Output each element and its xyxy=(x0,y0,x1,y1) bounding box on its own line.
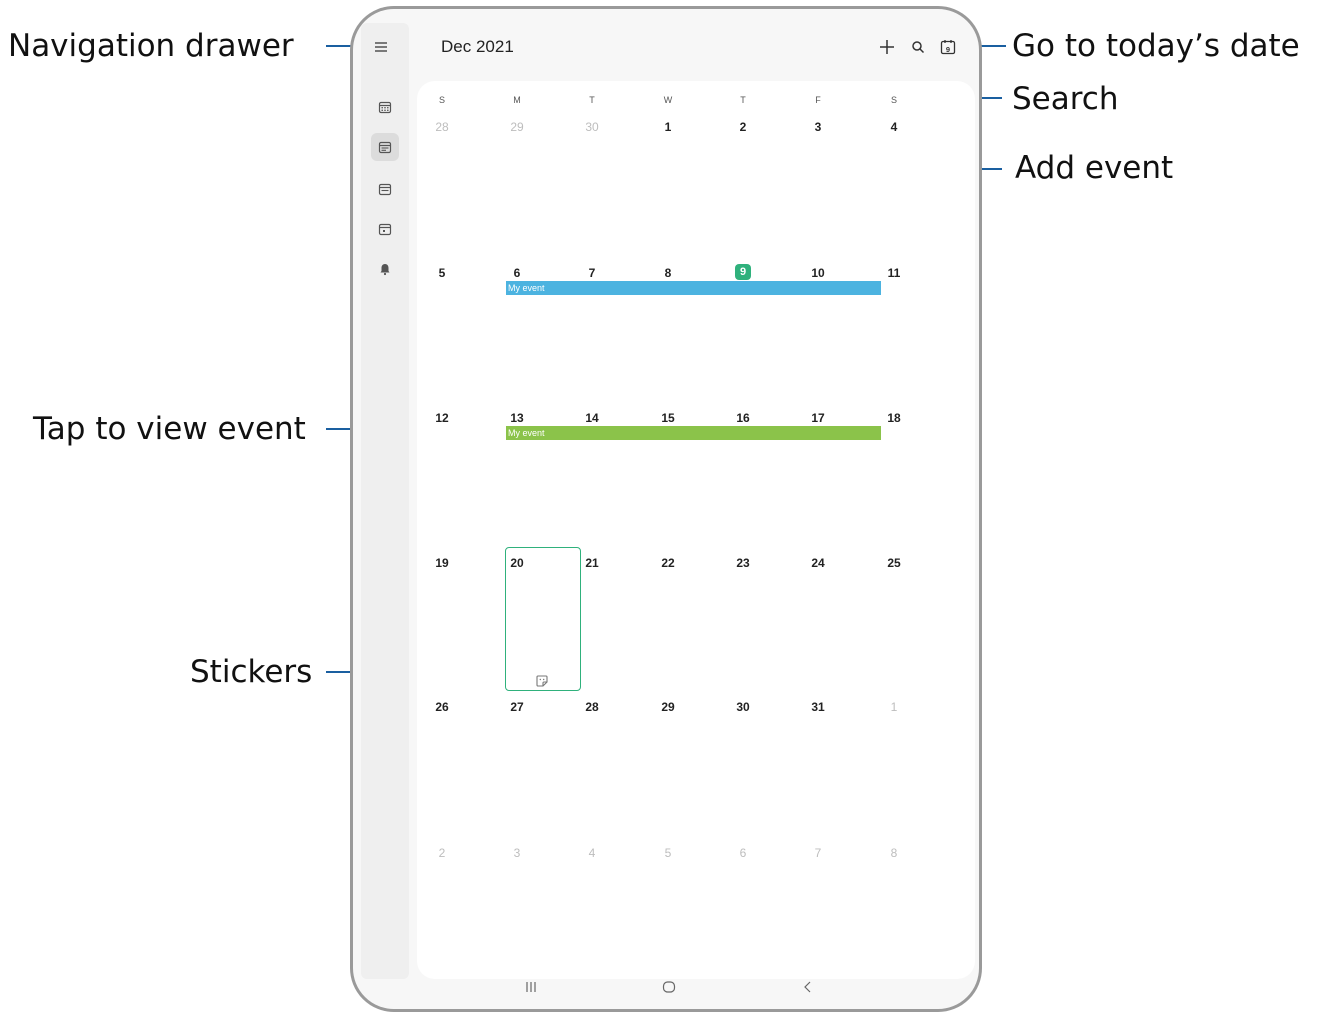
year-view-icon[interactable] xyxy=(371,93,399,121)
day-number[interactable]: 25 xyxy=(887,556,900,570)
side-rail xyxy=(361,23,409,979)
svg-text:9: 9 xyxy=(946,45,950,54)
callout-navigation-drawer: Navigation drawer xyxy=(8,28,294,64)
day-number[interactable]: 23 xyxy=(736,556,749,570)
day-number[interactable]: 3 xyxy=(514,846,521,860)
day-number[interactable]: 5 xyxy=(439,266,446,280)
day-number[interactable]: 31 xyxy=(811,700,824,714)
weekday-header: W xyxy=(663,95,673,105)
day-number[interactable]: 21 xyxy=(585,556,598,570)
weekday-header: T xyxy=(740,95,746,105)
day-number[interactable]: 22 xyxy=(661,556,674,570)
day-number[interactable]: 30 xyxy=(736,700,749,714)
day-number[interactable]: 27 xyxy=(510,700,523,714)
go-to-today-icon[interactable]: 9 xyxy=(936,35,960,59)
day-number[interactable]: 10 xyxy=(811,266,824,280)
month-year-title[interactable]: Dec 2021 xyxy=(441,37,514,57)
tablet-frame: Dec 2021 9 S M T W T F S 28 29 30 1 2 3 4 5 6 7 8 9 10 11 12 1… xyxy=(350,6,982,1012)
add-event-icon[interactable] xyxy=(875,35,899,59)
day-number[interactable]: 1 xyxy=(891,700,898,714)
day-number[interactable]: 13 xyxy=(510,411,523,425)
day-number[interactable]: 15 xyxy=(661,411,674,425)
day-number[interactable]: 29 xyxy=(510,120,523,134)
day-number[interactable]: 8 xyxy=(665,266,672,280)
day-number[interactable]: 11 xyxy=(888,266,901,280)
day-number[interactable]: 28 xyxy=(435,120,448,134)
day-number[interactable]: 28 xyxy=(585,700,598,714)
weekday-header: S xyxy=(438,95,446,105)
callout-add-event: Add event xyxy=(1015,150,1174,186)
reminder-bell-icon[interactable] xyxy=(371,255,399,283)
day-number[interactable]: 3 xyxy=(815,120,822,134)
search-icon[interactable] xyxy=(906,35,930,59)
day-number[interactable]: 19 xyxy=(435,556,448,570)
month-view-icon[interactable] xyxy=(371,133,399,161)
day-number[interactable]: 6 xyxy=(740,846,747,860)
day-number[interactable]: 6 xyxy=(514,266,521,280)
week-view-icon[interactable] xyxy=(371,175,399,203)
day-number[interactable]: 4 xyxy=(589,846,596,860)
weekday-header: T xyxy=(589,95,595,105)
day-number[interactable]: 30 xyxy=(585,120,598,134)
home-button[interactable] xyxy=(654,975,684,999)
day-number[interactable]: 18 xyxy=(887,411,900,425)
day-number[interactable]: 14 xyxy=(585,411,598,425)
selected-day-cell[interactable] xyxy=(505,547,581,691)
day-number[interactable]: 1 xyxy=(665,120,672,134)
day-number[interactable]: 16 xyxy=(736,411,749,425)
weekday-header: S xyxy=(890,95,898,105)
day-number[interactable]: 29 xyxy=(661,700,674,714)
callout-tap-to-view-event: Tap to view event xyxy=(33,411,306,447)
day-number[interactable]: 4 xyxy=(891,120,898,134)
event-bar[interactable]: My event xyxy=(506,281,881,295)
day-view-icon[interactable] xyxy=(371,215,399,243)
sticker-icon[interactable] xyxy=(535,674,549,693)
day-number[interactable]: 7 xyxy=(589,266,596,280)
day-number[interactable]: 5 xyxy=(665,846,672,860)
day-number[interactable]: 7 xyxy=(815,846,822,860)
day-number[interactable]: 2 xyxy=(439,846,446,860)
navigation-drawer-icon[interactable] xyxy=(369,35,393,59)
day-number[interactable]: 17 xyxy=(811,411,824,425)
day-number[interactable]: 26 xyxy=(435,700,448,714)
event-bar[interactable]: My event xyxy=(506,426,881,440)
day-number[interactable]: 2 xyxy=(740,120,747,134)
system-nav-bar xyxy=(353,969,979,1009)
callout-stickers: Stickers xyxy=(190,654,313,690)
weekday-header: F xyxy=(815,95,821,105)
day-number[interactable]: 24 xyxy=(811,556,824,570)
day-number[interactable]: 12 xyxy=(435,411,448,425)
callout-search: Search xyxy=(1012,81,1119,117)
today-date-badge[interactable]: 9 xyxy=(735,264,751,280)
day-number[interactable]: 8 xyxy=(891,846,898,860)
back-button[interactable] xyxy=(793,975,823,999)
weekday-header: M xyxy=(513,95,521,105)
recent-apps-button[interactable] xyxy=(516,975,546,999)
callout-go-to-today: Go to today’s date xyxy=(1012,28,1300,64)
month-grid: S M T W T F S 28 29 30 1 2 3 4 5 6 7 8 9 10 11 12 13 14 15 16 17 18… xyxy=(417,81,975,979)
